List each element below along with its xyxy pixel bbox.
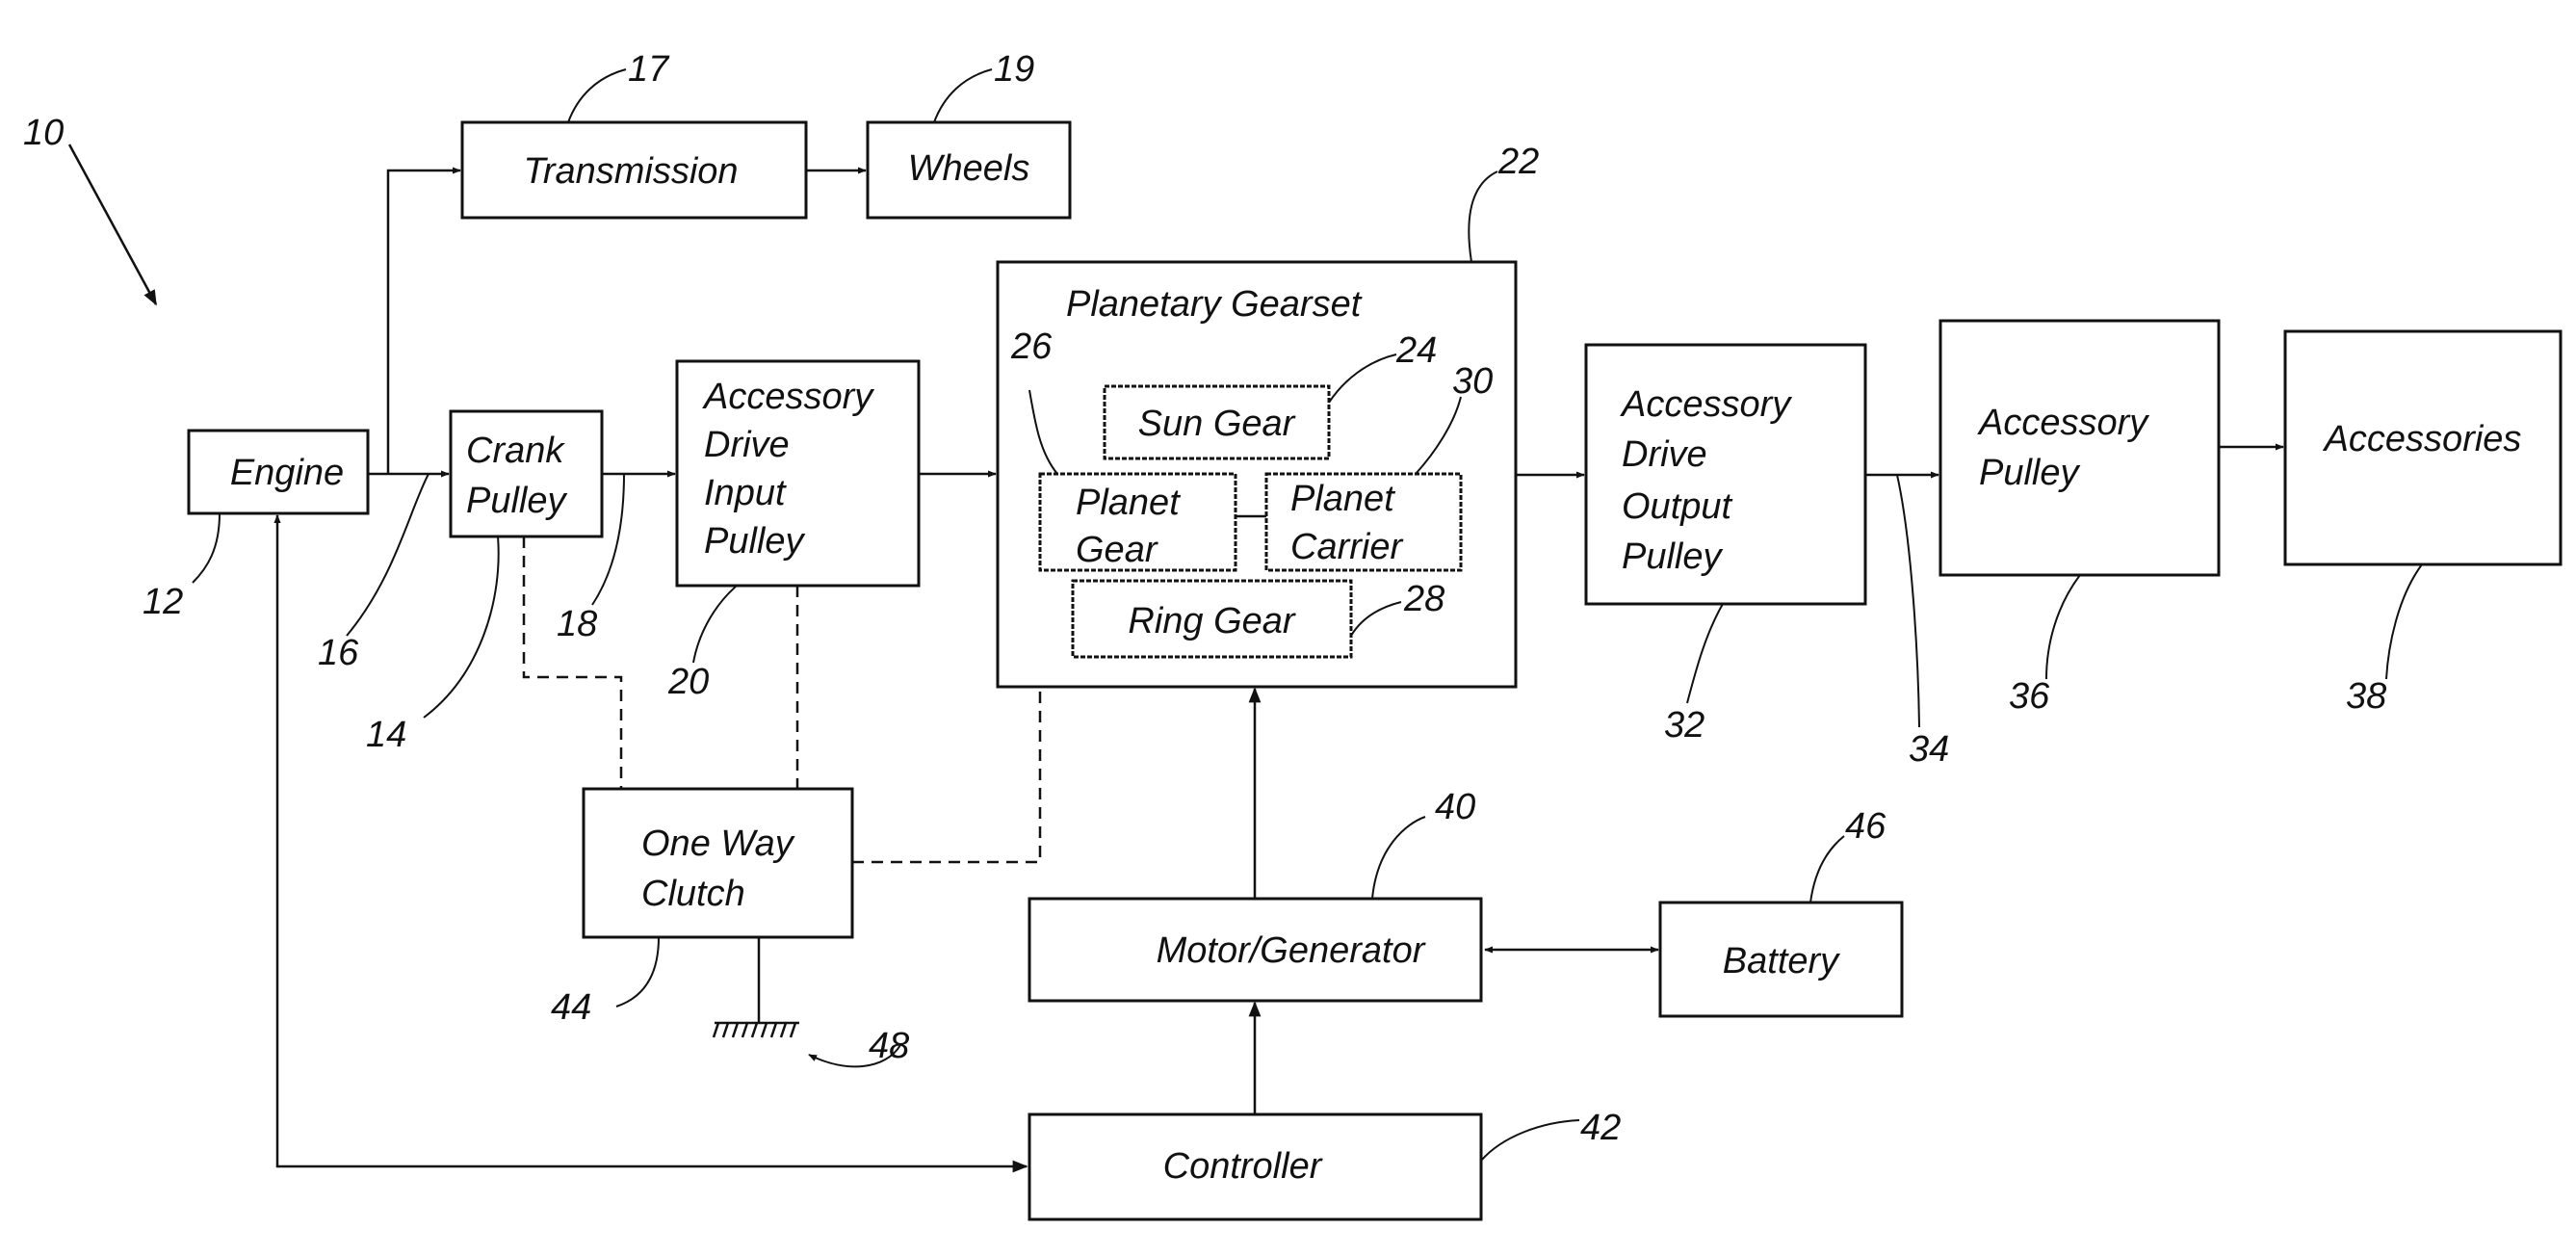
planet-carrier-label-line-2: Carrier xyxy=(1290,527,1403,567)
crank-pulley-label-line-2: Pulley xyxy=(466,481,567,521)
leader-46 xyxy=(1809,835,1845,903)
ref-label-26: 26 xyxy=(1010,327,1053,367)
leader-14 xyxy=(423,536,500,719)
ref-label-48: 48 xyxy=(869,1026,909,1066)
sun-gear-block: Sun Gear xyxy=(1103,384,1331,460)
controller-label: Controller xyxy=(1163,1146,1323,1187)
accessories-label: Accessories xyxy=(2323,419,2522,459)
crank-to-clutch-dashed-link xyxy=(522,536,623,789)
ref-label-22: 22 xyxy=(1497,142,1539,182)
ref-label-38: 38 xyxy=(2346,676,2386,717)
ref-label-44: 44 xyxy=(551,987,591,1028)
planet-gear-label-line-1: Planet xyxy=(1076,483,1181,523)
planetary-gearset-block: Planetary Gearset Sun Gear Planet Gear P… xyxy=(996,260,1518,689)
planet-gear-label-line-2: Gear xyxy=(1076,530,1158,570)
ring-gear-block: Ring Gear xyxy=(1071,579,1353,659)
transmission-label: Transmission xyxy=(523,151,738,192)
one-way-clutch-label-line-2: Clutch xyxy=(641,874,745,914)
input-pulley-label-line-3: Input xyxy=(704,473,787,513)
accessory-drive-output-pulley-block: Accessory Drive Output Pulley xyxy=(1584,343,1867,606)
sun-gear-label: Sun Gear xyxy=(1138,404,1296,444)
ref-label-19: 19 xyxy=(994,49,1034,90)
ref-label-17: 17 xyxy=(628,49,670,90)
ref-label-32: 32 xyxy=(1664,705,1704,746)
ref-label-42: 42 xyxy=(1580,1108,1621,1148)
ref-label-12: 12 xyxy=(143,582,183,622)
transmission-block: Transmission xyxy=(460,120,808,220)
ring-gear-label: Ring Gear xyxy=(1128,601,1296,641)
crank-pulley-block: Crank Pulley xyxy=(449,409,604,538)
one-way-clutch-label-line-1: One Way xyxy=(641,824,795,864)
planet-carrier-block: Planet Carrier xyxy=(1264,472,1463,572)
ref-label-36: 36 xyxy=(2009,676,2050,717)
one-way-clutch-block: One Way Clutch xyxy=(582,787,854,939)
ground-symbol xyxy=(712,937,799,1038)
ref-label-40: 40 xyxy=(1435,787,1475,827)
accessory-pulley-label-line-2: Pulley xyxy=(1979,453,2080,493)
planet-carrier-label-line-1: Planet xyxy=(1290,479,1395,519)
leader-20 xyxy=(692,585,738,664)
ref-label-30: 30 xyxy=(1452,361,1493,402)
output-pulley-label-line-2: Drive xyxy=(1622,434,1707,475)
wheels-block: Wheels xyxy=(866,120,1072,220)
system-pointer-arrow xyxy=(67,144,158,306)
system-reference: 10 xyxy=(23,113,158,306)
input-pulley-label-line-2: Drive xyxy=(704,425,790,465)
planetary-gearset-label: Planetary Gearset xyxy=(1066,284,1363,325)
ref-label-46: 46 xyxy=(1845,806,1886,847)
engine-label: Engine xyxy=(230,453,344,493)
output-pulley-label-line-1: Accessory xyxy=(1620,384,1792,425)
ref-label-28: 28 xyxy=(1403,579,1444,619)
input-pulley-label-line-1: Accessory xyxy=(702,377,874,417)
output-pulley-label-line-4: Pulley xyxy=(1622,536,1723,577)
leader-22 xyxy=(1468,170,1498,263)
leader-12 xyxy=(192,512,221,584)
leader-40 xyxy=(1371,816,1426,900)
accessories-block: Accessories xyxy=(2283,329,2563,566)
ref-label-16: 16 xyxy=(318,633,359,673)
leader-17 xyxy=(567,68,627,123)
motor-generator-label: Motor/Generator xyxy=(1157,930,1426,971)
motor-generator-block: Motor/Generator xyxy=(1028,897,1483,1003)
ref-label-24: 24 xyxy=(1395,330,1437,371)
leader-36 xyxy=(2045,574,2081,680)
clutch-to-gearset-dashed-link xyxy=(852,687,1042,864)
ref-label-18: 18 xyxy=(557,604,597,644)
ref-label-14: 14 xyxy=(366,715,406,755)
battery-block: Battery xyxy=(1658,901,1904,1018)
leader-38 xyxy=(2385,563,2423,680)
ref-label-20: 20 xyxy=(667,662,709,702)
leader-42 xyxy=(1480,1119,1580,1162)
ref-label-34: 34 xyxy=(1909,729,1949,770)
leader-34 xyxy=(1896,474,1920,728)
controller-block: Controller xyxy=(1028,1112,1483,1221)
accessory-pulley-label-line-1: Accessory xyxy=(1977,403,2149,443)
wheels-label: Wheels xyxy=(908,148,1030,189)
leader-44 xyxy=(615,936,660,1007)
planet-gear-block: Planet Gear xyxy=(1038,472,1237,572)
ref-label-10: 10 xyxy=(23,113,64,153)
battery-label: Battery xyxy=(1723,941,1840,981)
leader-32 xyxy=(1686,603,1724,704)
accessory-pulley-block: Accessory Pulley xyxy=(1939,319,2221,577)
output-pulley-label-line-3: Output xyxy=(1622,486,1733,527)
input-pulley-label-line-4: Pulley xyxy=(704,521,805,562)
accessory-drive-input-pulley-block: Accessory Drive Input Pulley xyxy=(675,359,921,588)
leader-19 xyxy=(933,68,993,123)
crank-pulley-label-line-1: Crank xyxy=(466,431,565,471)
engine-block: Engine xyxy=(187,429,370,515)
powertrain-block-diagram: 10 Engine Transmission Wheels Crank Pull… xyxy=(23,49,2563,1221)
